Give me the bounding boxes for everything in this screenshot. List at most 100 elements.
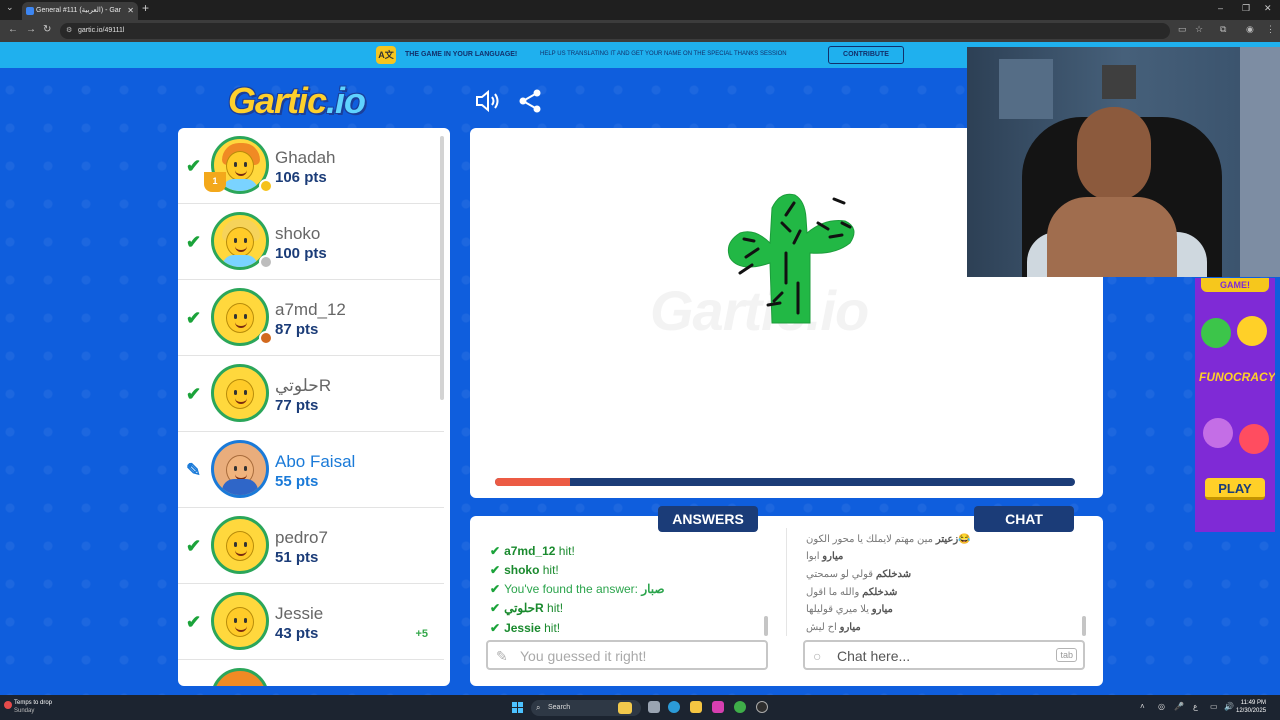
maximize-icon[interactable]: ❐ [1242, 3, 1250, 14]
answer-found: ✔ You've found the answer: صبار [490, 582, 665, 596]
players-list[interactable]: ✔ 1 Ghadah 106 pts ✔ shoko 100 pts ✔ a7m… [178, 128, 450, 686]
player-row[interactable] [178, 660, 444, 686]
instagram-icon[interactable] [712, 701, 724, 713]
contribute-button[interactable]: CONTRIBUTE [828, 46, 904, 64]
answers-chat-panel: ANSWERS CHAT ✔ a7md_12 hit! ✔ shoko hit! ✔… [470, 506, 1103, 686]
tab-title: General #111 (العربية) - Gar [36, 7, 122, 14]
players-scrollbar[interactable] [440, 136, 444, 400]
cactus-drawing [727, 193, 855, 324]
streamer-hands [1047, 197, 1177, 277]
widget-icon[interactable] [618, 702, 632, 714]
clock[interactable]: 11:49 PM 12/30/2025 [1236, 699, 1266, 715]
close-window-icon[interactable]: ✕ [1264, 3, 1272, 14]
guessed-check-icon: ✔ [186, 156, 202, 176]
browser-tab-active[interactable]: General #111 (العربية) - Gar ✕ [22, 2, 138, 20]
ad-logo: FUNOCRACY [1199, 370, 1275, 384]
site-info-icon[interactable]: ⚙ [66, 23, 72, 39]
player-points: 43 pts [275, 625, 319, 642]
task-view-icon[interactable] [648, 701, 660, 713]
menu-icon[interactable]: ⋮ [1266, 24, 1275, 35]
avatar [211, 440, 269, 498]
network-icon[interactable]: ▭ [1210, 702, 1218, 711]
tray-app-icon[interactable]: ◎ [1158, 702, 1165, 711]
address-toolbar: ← → ↻ ⚙ gartic.io/49111l ▭ ☆ ⧉ ◉ ⋮ [0, 20, 1280, 42]
player-row[interactable]: ✔ pedro7 51 pts [178, 508, 444, 584]
player-row[interactable]: ✔ Jessie 43 pts +5 [178, 584, 444, 660]
check-icon: ✔ [490, 563, 501, 577]
banner-title: THE GAME IN YOUR LANGUAGE! [405, 51, 518, 58]
close-tab-icon[interactable]: ✕ [127, 2, 134, 20]
microphone-icon[interactable]: 🎤 [1174, 702, 1184, 711]
player-name: pedro7 [275, 528, 328, 547]
minimize-icon[interactable]: – [1218, 3, 1223, 13]
back-icon[interactable]: ← [8, 24, 18, 35]
status-dot [259, 331, 273, 345]
forward-icon[interactable]: → [26, 24, 36, 35]
answer-item: ✔ حلوتيR hit! [490, 601, 564, 615]
banner-text: HELP US TRANSLATING IT AND GET YOUR NAME… [540, 51, 787, 57]
language-icon[interactable]: ع [1193, 702, 1198, 711]
streamer-face [1077, 107, 1151, 201]
player-name: Ghadah [275, 148, 336, 167]
gartic-logo[interactable]: Gartic.io [228, 80, 366, 122]
tab-search-icon[interactable]: ⌄ [6, 2, 14, 13]
chat-input-placeholder: Chat here... [837, 648, 911, 664]
player-points: 100 pts [275, 245, 327, 262]
guessed-check-icon: ✔ [186, 232, 202, 252]
answer-input[interactable]: ✎ You guessed it right! [486, 640, 768, 670]
chat-message: ميارو ابوا [806, 551, 844, 562]
player-name: Abo Faisal [275, 452, 356, 471]
guessed-check-icon: ✔ [186, 384, 202, 404]
chat-tab[interactable]: CHAT [974, 506, 1074, 532]
player-row[interactable]: ✔ a7md_12 87 pts [178, 280, 444, 356]
new-tab-button[interactable]: + [142, 1, 149, 15]
check-icon: ✔ [490, 621, 501, 635]
player-points: 106 pts [275, 169, 327, 186]
player-row[interactable]: ✔ حلوتيR 77 pts [178, 356, 444, 432]
obs-icon[interactable] [756, 701, 768, 713]
advertisement[interactable]: GAME! FUNOCRACY PLAY [1195, 278, 1275, 532]
player-row[interactable]: ✔ shoko 100 pts [178, 204, 444, 280]
chat-message: ميارو يلا ميري قوليلها [806, 604, 893, 615]
ad-play-button[interactable]: PLAY [1205, 478, 1265, 500]
tray-overflow-icon[interactable]: ˄ [1140, 702, 1145, 711]
round-timer-fill [495, 478, 571, 486]
bookmark-star-icon[interactable]: ☆ [1195, 24, 1203, 35]
answer-input-placeholder: You guessed it right! [520, 648, 647, 664]
avatar [211, 592, 269, 650]
player-row[interactable]: ✔ 1 Ghadah 106 pts [178, 128, 444, 204]
trophy-icon: 1 [204, 172, 226, 192]
file-explorer-icon[interactable] [690, 701, 702, 713]
wall-poster [999, 59, 1053, 119]
reload-icon[interactable]: ↻ [43, 24, 51, 35]
chat-message: زعيتر مين مهتم لايملك يا محور الكون😂 [806, 534, 971, 545]
address-bar[interactable]: ⚙ gartic.io/49111l [60, 23, 1170, 39]
chat-message: ميارو اح ليش [806, 622, 861, 633]
favicon-icon [26, 7, 34, 15]
weather-widget[interactable]: Temps to drop Sunday [4, 699, 52, 715]
share-icon[interactable] [517, 88, 543, 114]
pencil-icon: ✎ [496, 648, 508, 664]
volume-icon[interactable]: 🔊 [1224, 702, 1234, 711]
answers-tab[interactable]: ANSWERS [658, 506, 758, 532]
profile-icon[interactable]: ◉ [1246, 24, 1254, 35]
search-icon: ⌕ [536, 703, 541, 712]
player-name: Jessie [275, 604, 324, 623]
player-name: حلوتيR [275, 376, 332, 395]
chat-input[interactable]: ○ Chat here... tab [803, 640, 1085, 670]
edge-icon[interactable] [668, 701, 680, 713]
chat-scrollbar[interactable] [1082, 616, 1086, 636]
avatar [211, 668, 269, 686]
player-row-drawing[interactable]: ✎ Abo Faisal 55 pts [178, 432, 444, 508]
answers-scrollbar[interactable] [764, 616, 768, 636]
guessed-check-icon: ✔ [186, 308, 202, 328]
check-icon: ✔ [490, 544, 501, 558]
chrome-icon[interactable] [734, 701, 746, 713]
extensions-icon[interactable]: ⧉ [1220, 24, 1226, 35]
character-icon [1237, 316, 1267, 346]
round-timer-bar [495, 478, 1075, 486]
start-icon[interactable] [512, 702, 523, 713]
bonus-points: +5 [415, 628, 428, 640]
cast-icon[interactable]: ▭ [1178, 24, 1187, 35]
sound-icon[interactable] [474, 88, 500, 114]
